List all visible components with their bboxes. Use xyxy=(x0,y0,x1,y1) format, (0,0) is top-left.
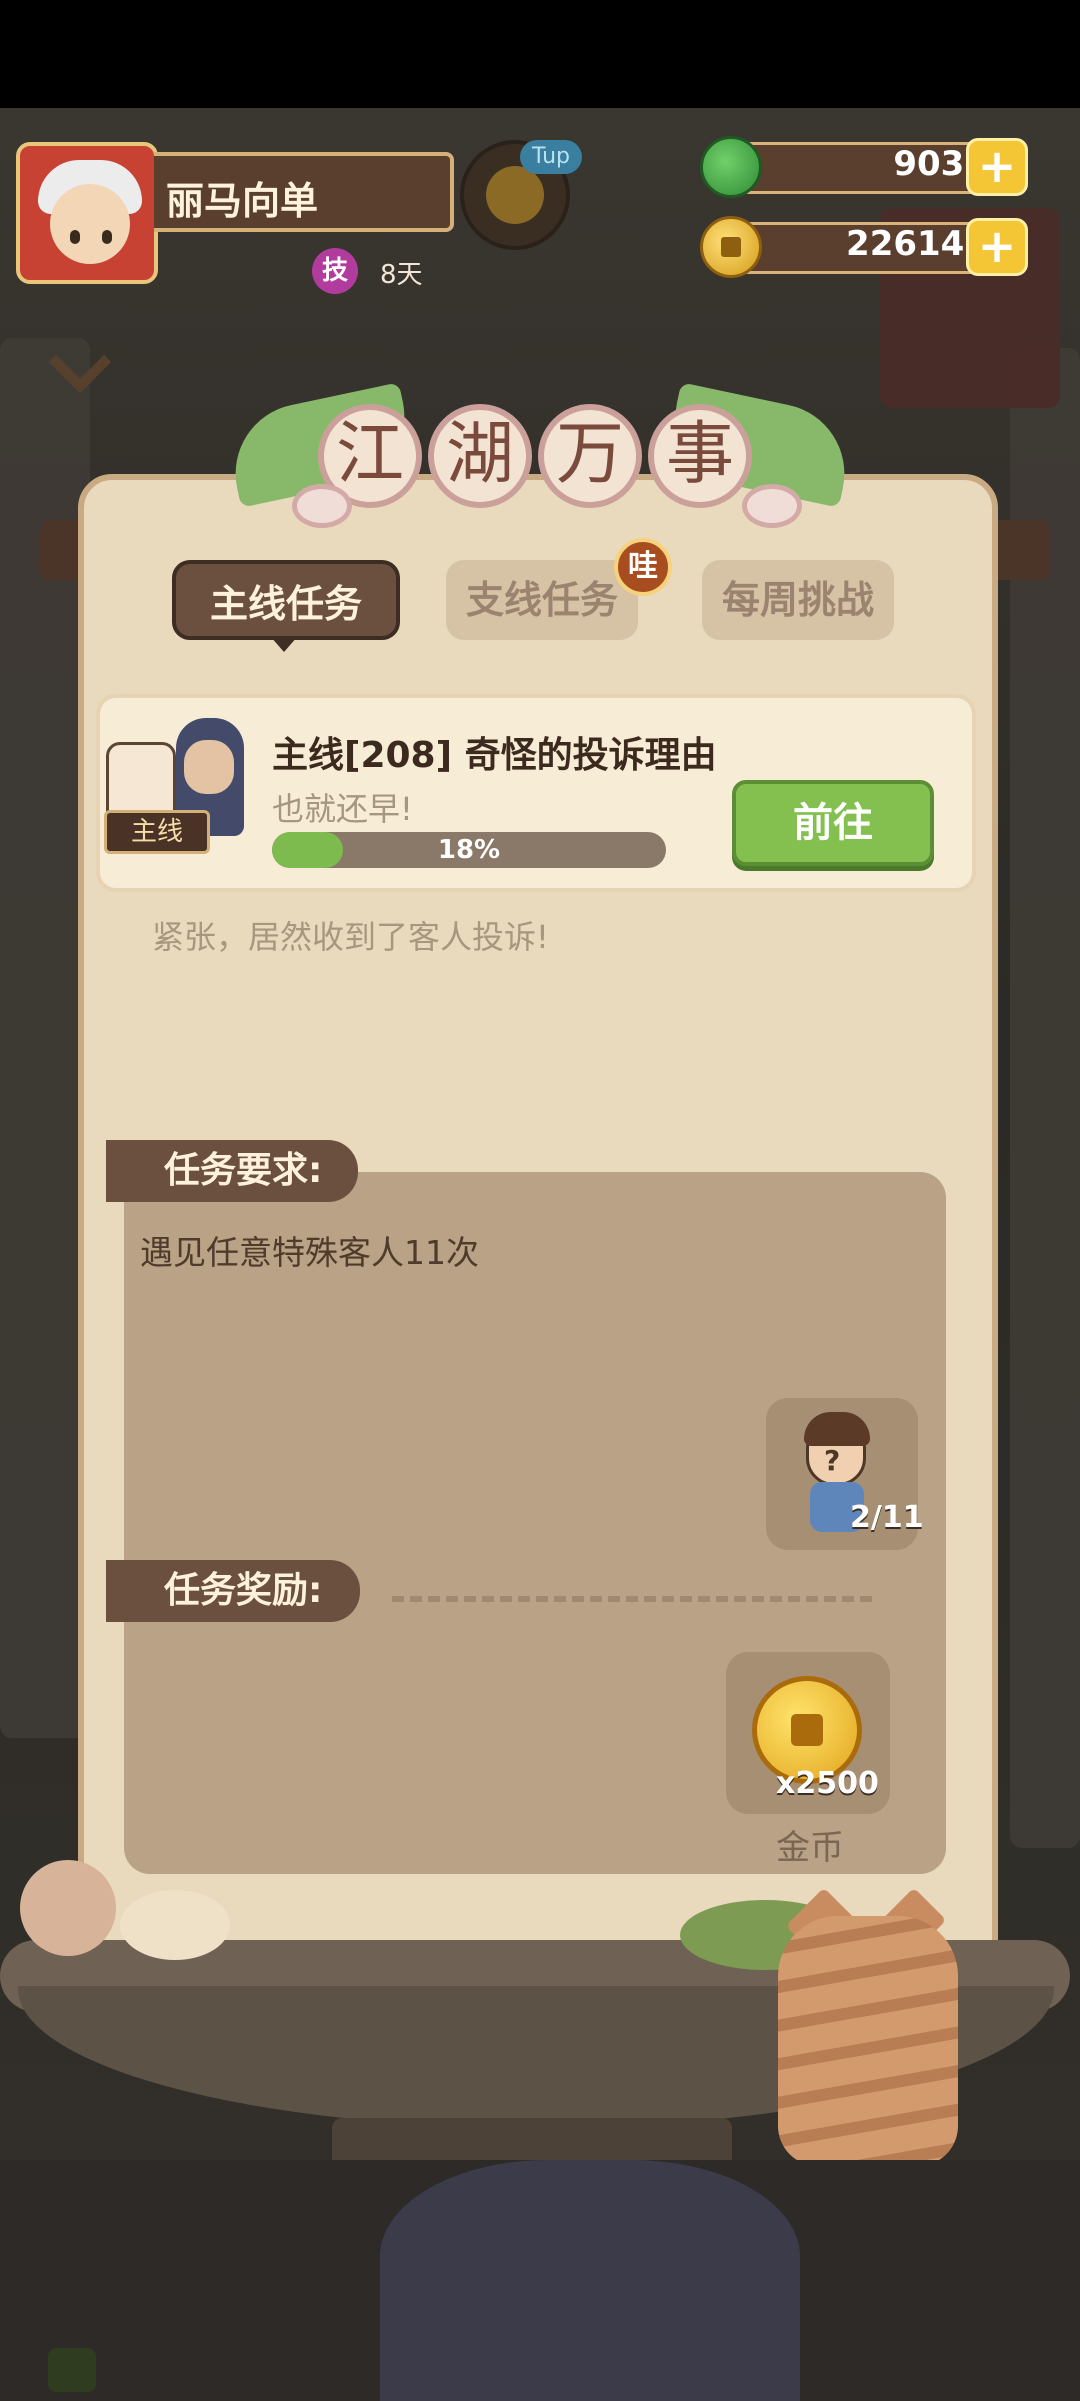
tab-pointer xyxy=(270,636,298,652)
player-name: 丽马向单 xyxy=(166,179,319,223)
days-counter: 8天 xyxy=(380,260,423,290)
quest-subtitle: 也就还早! xyxy=(272,790,413,828)
quest-progress-bar: 18% xyxy=(272,832,666,868)
add-coin-button[interactable]: + xyxy=(966,218,1028,276)
quest-title: 主线[208] 奇怪的投诉理由 xyxy=(272,735,717,776)
reward-name: 金币 xyxy=(776,1828,844,1868)
add-jade-button[interactable]: + xyxy=(966,138,1028,196)
title-char: 万 xyxy=(538,404,642,508)
skill-icon[interactable]: 技 xyxy=(312,248,358,294)
chevron-down-icon[interactable] xyxy=(44,340,114,380)
go-button[interactable]: 前往 xyxy=(732,780,934,866)
cat-mascot xyxy=(768,1887,988,2196)
reward-quantity: x2500 xyxy=(776,1766,879,1801)
tab-weekly-challenge[interactable]: 每周挑战 xyxy=(702,560,894,640)
requirement-text: 遇见任意特殊客人11次 xyxy=(140,1233,479,1272)
corner-indicator xyxy=(48,2348,96,2392)
jade-icon xyxy=(700,136,762,198)
progress-text: 18% xyxy=(437,835,501,865)
tab-side-quest[interactable]: 支线任务 xyxy=(446,560,638,640)
status-bar xyxy=(0,0,1080,108)
tab-main-quest[interactable]: 主线任务 xyxy=(172,560,400,640)
requirement-count: 2/11 xyxy=(850,1500,924,1535)
divider xyxy=(392,1596,872,1602)
level-up-label: Tup xyxy=(520,140,582,174)
player-name-plate: 丽马向单 xyxy=(154,152,454,232)
bottom-scene xyxy=(0,2160,1080,2401)
fishcake-decoration xyxy=(742,484,802,528)
reward-label: 任务奖励: xyxy=(106,1560,360,1622)
new-badge: 哇 xyxy=(614,538,672,596)
meatball-decoration xyxy=(20,1860,116,1956)
quest-type-tag: 主线 xyxy=(104,810,210,854)
player-avatar[interactable] xyxy=(16,142,158,284)
title-char: 湖 xyxy=(428,404,532,508)
title-char: 事 xyxy=(648,404,752,508)
jade-currency: 9039 + xyxy=(700,136,1028,198)
requirement-label: 任务要求: xyxy=(106,1140,358,1202)
coin-currency: 226141 + xyxy=(700,216,1028,278)
quest-description: 紧张，居然收到了客人投诉! xyxy=(152,918,549,956)
dialog-title-banner: 江 湖 万 事 xyxy=(222,380,858,540)
smiley-icon xyxy=(486,166,544,224)
dumpling-decoration xyxy=(120,1890,230,1960)
fishcake-decoration xyxy=(292,484,352,528)
coin-icon xyxy=(700,216,762,278)
